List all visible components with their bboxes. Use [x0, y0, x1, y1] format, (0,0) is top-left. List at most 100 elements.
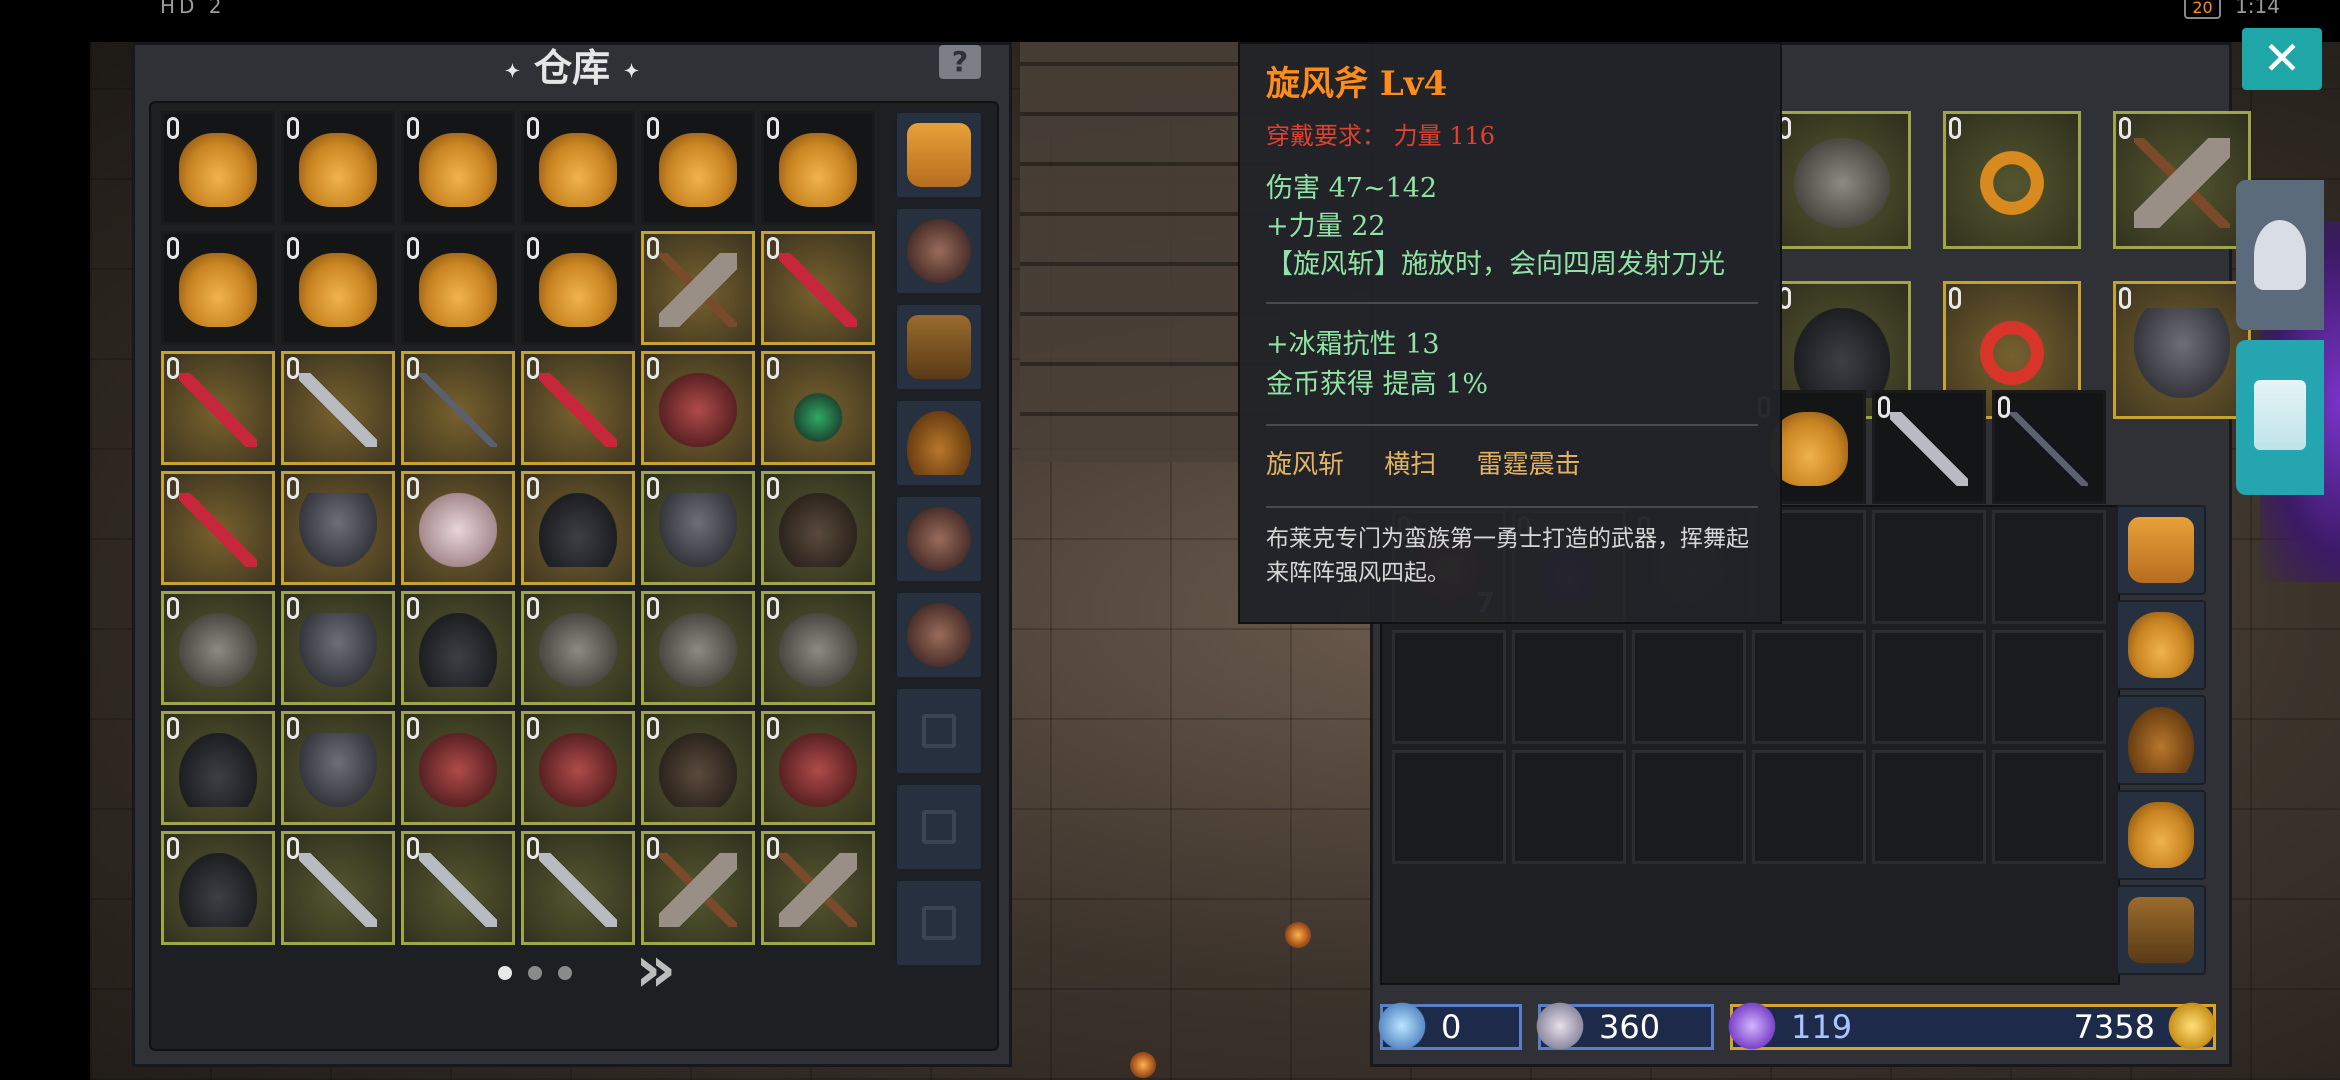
- backpack-slot[interactable]: [1872, 750, 1986, 864]
- warehouse-slot[interactable]: [161, 831, 275, 945]
- page-dot[interactable]: [558, 966, 572, 980]
- warehouse-slot[interactable]: [641, 471, 755, 585]
- bag-slot[interactable]: [2116, 600, 2206, 690]
- equipment-slot[interactable]: [1773, 111, 1911, 249]
- status-right: 20 1:14: [2176, 0, 2280, 19]
- page-dot[interactable]: [498, 966, 512, 980]
- backpack-slot[interactable]: [1992, 750, 2106, 864]
- warehouse-slot[interactable]: [641, 351, 755, 465]
- lock-icon: [647, 237, 659, 259]
- warehouse-slot[interactable]: [761, 591, 875, 705]
- backpack-slot[interactable]: [1392, 630, 1506, 744]
- backpack-slot[interactable]: [1872, 630, 1986, 744]
- warehouse-slot[interactable]: [761, 231, 875, 345]
- warehouse-slot[interactable]: [401, 831, 515, 945]
- close-button[interactable]: ✕: [2242, 28, 2322, 90]
- boots-icon: [539, 493, 617, 567]
- bag-slot[interactable]: [895, 495, 983, 583]
- warehouse-slot[interactable]: [521, 711, 635, 825]
- warehouse-slot[interactable]: [281, 111, 395, 225]
- warehouse-slot[interactable]: [641, 711, 755, 825]
- warehouse-title: ✦ 仓库 ✦: [504, 45, 640, 90]
- bag-slot[interactable]: [895, 207, 983, 295]
- warehouse-slot[interactable]: [281, 591, 395, 705]
- bag-slot[interactable]: [2116, 885, 2206, 975]
- bag-slot[interactable]: [895, 111, 983, 199]
- warehouse-slot[interactable]: [401, 111, 515, 225]
- lock-icon: [527, 117, 539, 139]
- backpack-slot[interactable]: [1992, 630, 2106, 744]
- backpack-slot[interactable]: [1632, 630, 1746, 744]
- warehouse-slot[interactable]: [761, 471, 875, 585]
- page-indicator: [490, 965, 580, 984]
- warehouse-slot[interactable]: [401, 591, 515, 705]
- warehouse-slot[interactable]: [161, 351, 275, 465]
- equipment-slot[interactable]: [2113, 111, 2251, 249]
- warehouse-slot[interactable]: [161, 111, 275, 225]
- backpack-slot[interactable]: [1632, 750, 1746, 864]
- bag-slot[interactable]: [2116, 695, 2206, 785]
- backpack-slot[interactable]: [1392, 750, 1506, 864]
- warehouse-slot[interactable]: [521, 351, 635, 465]
- warehouse-slot[interactable]: [161, 231, 275, 345]
- warehouse-slot[interactable]: [401, 471, 515, 585]
- warehouse-slot[interactable]: [281, 351, 395, 465]
- bag-slot[interactable]: [2116, 790, 2206, 880]
- bag-slot[interactable]: [2116, 505, 2206, 595]
- next-page-button[interactable]: »: [635, 938, 705, 1002]
- warehouse-slot[interactable]: [641, 231, 755, 345]
- status-bar: HD 2 20 1:14: [0, 0, 2340, 22]
- locked-bag-slot[interactable]: [895, 783, 983, 871]
- backpack-slot[interactable]: [1512, 630, 1626, 744]
- warehouse-slot[interactable]: [281, 711, 395, 825]
- sword-icon: [539, 853, 617, 927]
- lock-icon: [407, 117, 419, 139]
- warehouse-slot[interactable]: [641, 831, 755, 945]
- warehouse-slot[interactable]: [521, 111, 635, 225]
- tab-equipment[interactable]: [2236, 180, 2324, 330]
- lock-icon: [1998, 396, 2010, 418]
- warehouse-slot[interactable]: [401, 351, 515, 465]
- warehouse-slot[interactable]: [761, 351, 875, 465]
- warehouse-slot[interactable]: [521, 831, 635, 945]
- warehouse-slot[interactable]: [761, 831, 875, 945]
- page-dot[interactable]: [528, 966, 542, 980]
- warehouse-slot[interactable]: [761, 711, 875, 825]
- warehouse-slot[interactable]: [641, 111, 755, 225]
- warehouse-slot[interactable]: [521, 231, 635, 345]
- warehouse-slot[interactable]: [401, 231, 515, 345]
- bag-slot[interactable]: [895, 591, 983, 679]
- warehouse-slot[interactable]: [401, 711, 515, 825]
- backpack-slot[interactable]: [1872, 390, 1986, 504]
- warehouse-slot[interactable]: [161, 471, 275, 585]
- currency-bar: 119 7358: [1725, 999, 2219, 1053]
- warehouse-slot[interactable]: [281, 831, 395, 945]
- lock-icon: [527, 477, 539, 499]
- bag-slot[interactable]: [895, 303, 983, 391]
- warehouse-slot[interactable]: [281, 471, 395, 585]
- backpack-slot[interactable]: [1512, 750, 1626, 864]
- bag-slot[interactable]: [895, 399, 983, 487]
- backpack-slot[interactable]: [1752, 630, 1866, 744]
- backpack-slot[interactable]: [1992, 510, 2106, 624]
- warehouse-slot[interactable]: [521, 591, 635, 705]
- tab-weapons[interactable]: [2236, 340, 2324, 495]
- warehouse-slot[interactable]: [281, 231, 395, 345]
- warehouse-slot[interactable]: [521, 471, 635, 585]
- equipment-slot[interactable]: [1943, 111, 2081, 249]
- warehouse-slot[interactable]: [161, 711, 275, 825]
- locked-bag-slot[interactable]: [895, 879, 983, 967]
- warehouse-slot[interactable]: [161, 591, 275, 705]
- torch-icon: [1130, 1052, 1156, 1078]
- backpack-slot[interactable]: [1992, 390, 2106, 504]
- pouch-icon: [179, 133, 257, 207]
- equipment-slot[interactable]: [2113, 281, 2251, 419]
- warehouse-slot[interactable]: [641, 591, 755, 705]
- backpack-slot[interactable]: [1872, 510, 1986, 624]
- locked-bag-slot[interactable]: [895, 687, 983, 775]
- lock-icon: [1949, 287, 1961, 309]
- help-button[interactable]: ?: [939, 45, 981, 79]
- warehouse-slot[interactable]: [761, 111, 875, 225]
- lock-icon: [767, 837, 779, 859]
- backpack-slot[interactable]: [1752, 750, 1866, 864]
